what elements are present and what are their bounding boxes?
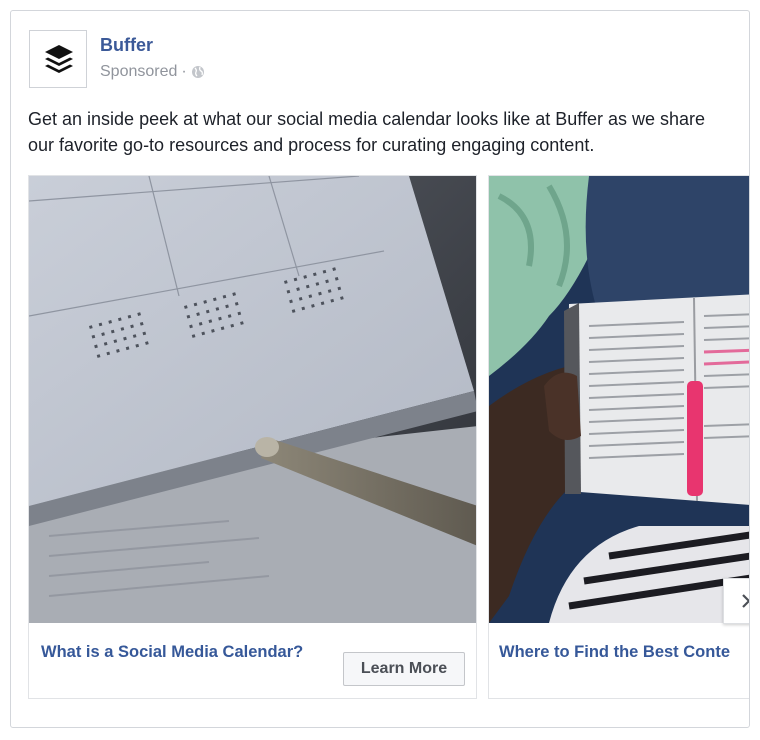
- carousel-card[interactable]: Where to Find the Best Conte: [488, 175, 749, 699]
- chevron-right-icon: [742, 594, 749, 608]
- separator: ·: [181, 63, 187, 80]
- calendar-notebook-photo[interactable]: [29, 176, 476, 623]
- globe-icon: [191, 65, 205, 79]
- buffer-logo-icon: [45, 45, 73, 73]
- sponsored-post: Buffer Sponsored · Get an inside peek at…: [10, 10, 750, 728]
- post-caption: Get an inside peek at what our social me…: [28, 109, 706, 155]
- buffer-logo-avatar[interactable]: [29, 30, 87, 88]
- card-title-link[interactable]: Where to Find the Best Conte: [499, 643, 730, 662]
- carousel: What is a Social Media Calendar? Learn M…: [28, 175, 749, 705]
- sponsored-label[interactable]: Sponsored: [100, 63, 177, 81]
- reading-book-photo[interactable]: [489, 176, 749, 623]
- carousel-card[interactable]: What is a Social Media Calendar? Learn M…: [28, 175, 477, 699]
- learn-more-button[interactable]: Learn More: [343, 652, 465, 686]
- post-meta: Sponsored ·: [100, 63, 205, 81]
- card-title-link[interactable]: What is a Social Media Calendar?: [41, 643, 303, 662]
- carousel-next-button[interactable]: [723, 578, 749, 624]
- page-name-link[interactable]: Buffer: [100, 35, 153, 56]
